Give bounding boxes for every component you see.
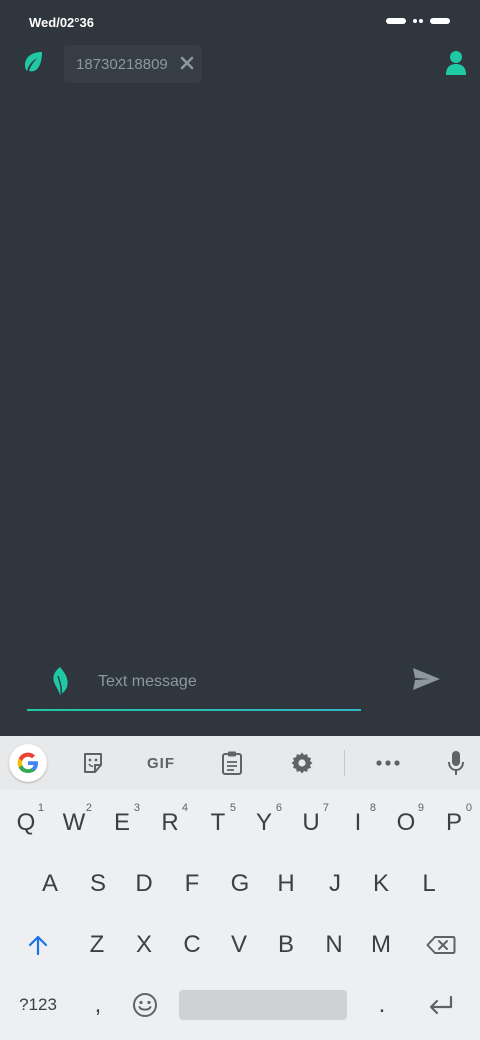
key-hint: 7 [322,802,329,814]
gear-icon[interactable] [289,748,315,778]
leaf-icon[interactable] [50,666,70,696]
enter-icon [429,995,453,1015]
conversation-header: 18730218809 [0,44,480,84]
recipient-number: 18730218809 [76,56,168,73]
key-hint: 3 [133,802,140,814]
key-l[interactable]: L [405,859,453,909]
more-icon[interactable] [375,748,401,778]
key-c[interactable]: C [168,920,216,970]
gif-icon[interactable]: GIF [143,748,179,778]
key-hint: 5 [229,802,236,814]
key-label: W [62,809,86,836]
person-icon[interactable] [444,50,468,76]
key-hint: 8 [369,802,376,814]
recipient-chip[interactable]: 18730218809 [64,45,202,83]
key-t[interactable]: T5 [194,798,242,848]
key-h[interactable]: H [262,859,310,909]
backspace-icon [426,936,456,954]
period-key[interactable]: . [358,980,406,1030]
soft-keyboard: GIF Q1 W 2 E 3 R 4 T 5 Y 6 U 7 I 8 O 9 P… [0,736,480,1040]
keyboard-toolbar: GIF [0,736,480,790]
sticker-icon[interactable] [80,748,106,778]
key-label: I [354,809,362,836]
key-x[interactable]: X [120,920,168,970]
key-label: U [302,809,320,836]
key-label: P [445,809,462,836]
status-time: Wed/02°36 [29,15,94,30]
close-icon[interactable] [180,54,194,72]
battery-icon [430,18,450,24]
key-label: O [396,809,416,836]
send-icon[interactable] [410,664,442,694]
signal-indicator [386,18,406,24]
google-g-icon[interactable] [9,744,47,782]
input-underline [27,709,361,711]
key-k[interactable]: K [357,859,405,909]
mic-icon[interactable] [446,748,466,778]
key-z[interactable]: Z [73,920,121,970]
key-y[interactable]: Y6 [240,798,288,848]
key-hint: 1 [37,802,44,814]
key-hint: 9 [417,802,424,814]
symbols-key[interactable]: ?123 [10,980,66,1030]
key-e[interactable]: E3 [98,798,146,848]
key-hint: 4 [181,802,188,814]
key-f[interactable]: F [168,859,216,909]
key-b[interactable]: B [262,920,310,970]
key-q[interactable]: Q1 [2,798,50,848]
backspace-key[interactable] [416,920,466,970]
key-i[interactable]: I8 [334,798,382,848]
key-g[interactable]: G [216,859,264,909]
key-label: Y [255,809,272,836]
key-label: Q [16,809,36,836]
key-s[interactable]: S [74,859,122,909]
key-hint: 2 [85,802,92,814]
toolbar-divider [344,750,345,776]
key-m[interactable]: M [357,920,405,970]
shift-icon [28,935,48,956]
key-label: T [210,809,226,836]
leaf-icon[interactable] [22,50,44,74]
key-p[interactable]: P0 [430,798,478,848]
emoji-key[interactable] [122,980,168,1030]
message-input[interactable] [98,668,348,696]
key-v[interactable]: V [215,920,263,970]
message-composer [0,650,480,736]
enter-key[interactable] [416,980,466,1030]
shift-key[interactable] [14,920,62,970]
space-key[interactable] [179,990,347,1020]
key-a[interactable]: A [26,859,74,909]
key-o[interactable]: O9 [382,798,430,848]
key-label: R [161,809,179,836]
key-j[interactable]: J [311,859,359,909]
key-label: E [113,809,130,836]
emoji-icon [133,993,157,1017]
key-d[interactable]: D [120,859,168,909]
key-hint: 6 [275,802,282,814]
comma-key[interactable]: , [74,980,122,1030]
key-r[interactable]: R4 [146,798,194,848]
clipboard-icon[interactable] [220,748,244,778]
key-n[interactable]: N [310,920,358,970]
status-bar: Wed/02°36 [0,0,480,44]
key-hint: 0 [465,802,472,814]
wifi-indicator [413,19,423,23]
key-w[interactable]: W2 [50,798,98,848]
key-u[interactable]: U7 [287,798,335,848]
